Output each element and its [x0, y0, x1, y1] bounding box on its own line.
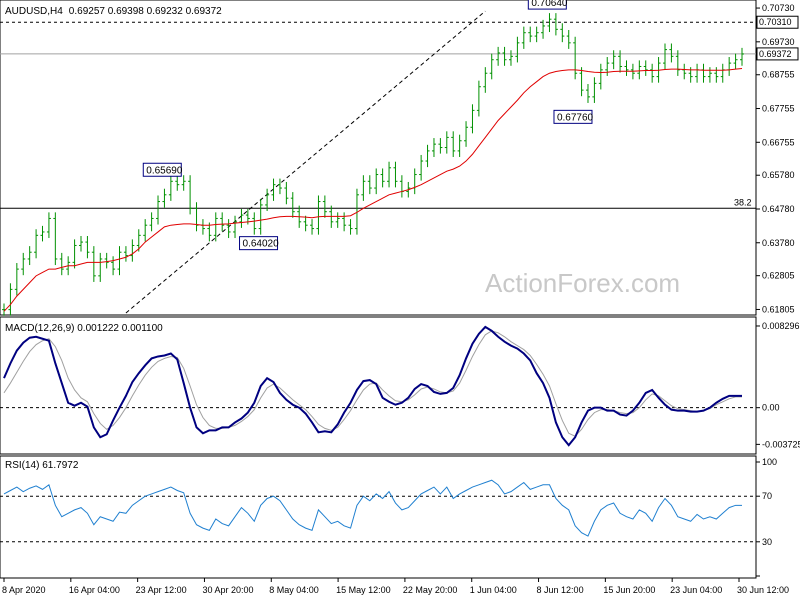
- x-tick-label: 1 Jun 04:00: [470, 585, 517, 595]
- x-tick-label: 16 Apr 04:00: [69, 585, 120, 595]
- x-tick-label: 15 Jun 20:00: [603, 585, 655, 595]
- rsi-y-tick-label: 30: [762, 537, 772, 547]
- price-y-tick-label: 0.63780: [762, 238, 795, 248]
- rsi-title: RSI(14) 61.7972: [5, 460, 79, 471]
- symbol-label: AUDUSD,H4: [5, 6, 63, 17]
- price-y-tick-label: 0.64780: [762, 204, 795, 214]
- x-tick-label: 15 May 12:00: [336, 585, 391, 595]
- price-y-tick-label: 0.68755: [762, 70, 795, 80]
- annotation-label: 0.67760: [557, 112, 594, 123]
- x-tick-label: 8 May 04:00: [269, 585, 319, 595]
- price-tag-label: 0.70310: [759, 17, 792, 27]
- x-tick-label: 30 Apr 20:00: [202, 585, 253, 595]
- rsi-y-tick-label: 100: [762, 457, 777, 467]
- macd-y-tick-label: 0.008296: [762, 321, 800, 331]
- x-tick-label: 8 Apr 2020: [2, 585, 46, 595]
- x-tick-label: 22 May 20:00: [403, 585, 458, 595]
- fib-label: 38.2: [734, 197, 752, 207]
- macd-y-tick-label: 0.00: [762, 403, 780, 413]
- chart-canvas: ActionForex.com AUDUSD,H4 0.69257 0.69398…: [0, 0, 800, 600]
- x-tick-label: 23 Apr 12:00: [136, 585, 187, 595]
- price-y-tick-label: 0.65780: [762, 170, 795, 180]
- x-tick-label: 8 Jun 12:00: [537, 585, 584, 595]
- macd-title: MACD(12,26,9) 0.001222 0.001100: [5, 323, 163, 334]
- price-y-tick-label: 0.61805: [762, 304, 795, 314]
- price-header: AUDUSD,H4 0.69257 0.69398 0.69232 0.69372: [5, 6, 222, 17]
- macd-y-tick-label: -0.003725: [762, 439, 800, 449]
- annotation-label: 0.65690: [146, 165, 183, 176]
- ohlc-label: 0.69257 0.69398 0.69232 0.69372: [69, 6, 222, 17]
- x-tick-label: 30 Jun 12:00: [737, 585, 789, 595]
- annotation-label: 0.64020: [243, 239, 280, 250]
- price-y-tick-label: 0.70730: [762, 3, 795, 13]
- x-tick-label: 23 Jun 04:00: [670, 585, 722, 595]
- price-y-tick-label: 0.67755: [762, 104, 795, 114]
- watermark: ActionForex.com: [485, 268, 680, 298]
- price-y-tick-label: 0.62805: [762, 271, 795, 281]
- rsi-y-tick-label: 70: [762, 491, 772, 501]
- price-y-tick-label: 0.66755: [762, 137, 795, 147]
- annotation-label: 0.70640: [531, 0, 568, 9]
- price-y-tick-label: 0.69730: [762, 37, 795, 47]
- price-tag-label: 0.69372: [759, 49, 792, 59]
